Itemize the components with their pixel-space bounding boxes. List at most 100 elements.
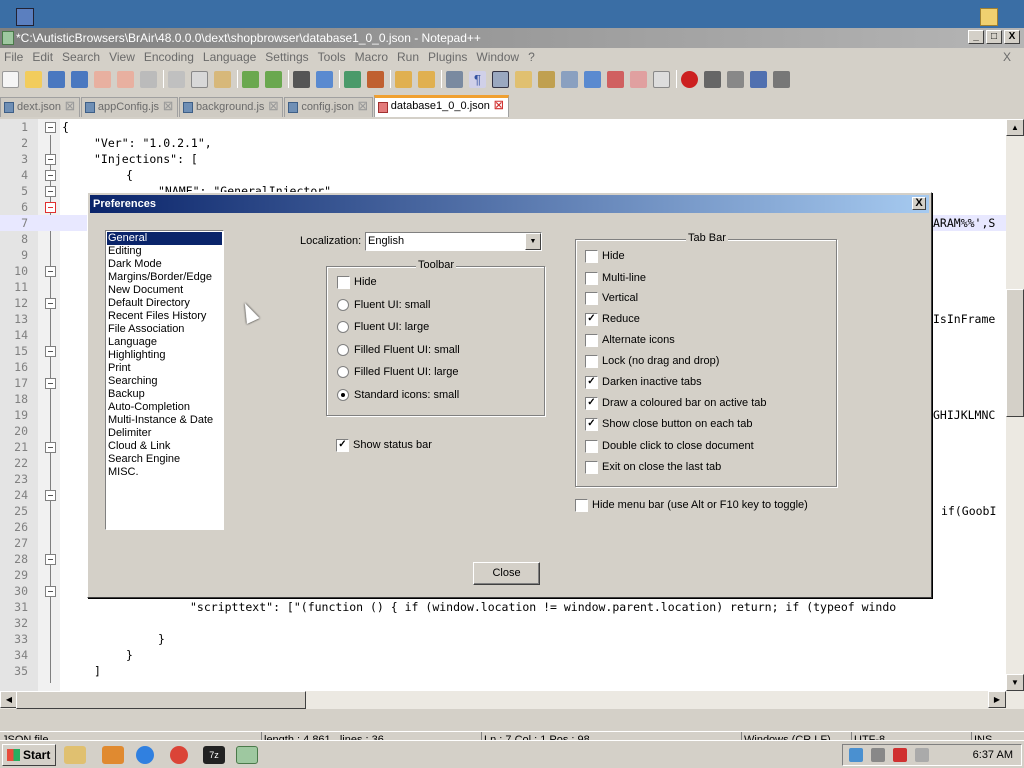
category-general[interactable]: General [107,232,222,245]
tabbar-exit-last-tab-checkbox[interactable]: Exit on close the last tab [585,461,721,475]
category-dark-mode[interactable]: Dark Mode [107,258,222,271]
category-print[interactable]: Print [107,362,222,375]
display-icon[interactable] [871,748,885,762]
folder-workspace-icon[interactable] [584,70,601,88]
menu-language[interactable]: Language [199,50,261,64]
save-all-icon[interactable] [71,70,88,88]
tab-database-json[interactable]: database1_0_0.json ☒ [373,95,509,117]
tab-appconfig-js[interactable]: appConfig.js ☒ [80,97,178,117]
fold-toggle[interactable] [45,586,56,597]
localization-select[interactable]: English ▼ [365,232,542,251]
fold-toggle[interactable] [45,554,56,565]
show-status-bar-checkbox[interactable]: ✓ Show status bar [336,439,432,453]
toolbar-hide-checkbox[interactable]: Hide [337,276,377,290]
chrome-icon[interactable] [170,746,188,764]
category-file-association[interactable]: File Association [107,323,222,336]
radio-button[interactable] [337,299,349,311]
record-macro-icon[interactable] [681,70,698,88]
function-list-icon[interactable] [561,70,578,88]
close-all-icon[interactable] [117,70,134,88]
tabbar-close-button-checkbox[interactable]: ✓ Show close button on each tab [585,418,752,432]
sync-vertical-icon[interactable] [395,70,412,88]
title-bar[interactable]: *C:\AutisticBrowsers\BrAir\48.0.0.0\dext… [0,28,1024,48]
dialog-title-bar[interactable]: Preferences X [90,195,929,213]
close-icon[interactable]: ☒ [358,101,368,113]
panel-icon[interactable] [630,70,647,88]
radio-standard-icons-small[interactable]: Standard icons: small [337,389,459,403]
maximize-button[interactable]: □ [986,30,1002,44]
radio-filled-fluent-small[interactable]: Filled Fluent UI: small [337,344,460,358]
category-delimiter[interactable]: Delimiter [107,427,222,440]
zoom-in-icon[interactable] [344,70,361,88]
menu-macro[interactable]: Macro [351,50,393,64]
close-icon[interactable]: ☒ [494,100,504,112]
category-auto-completion[interactable]: Auto-Completion [107,401,222,414]
tabbar-double-click-close-checkbox[interactable]: Double click to close document [585,440,754,454]
zoom-out-icon[interactable] [367,70,384,88]
scroll-up-arrow-icon[interactable]: ▲ [1006,119,1024,136]
menu-window[interactable]: Window [472,50,524,64]
chevron-down-icon[interactable]: ▼ [525,233,541,250]
minimize-button[interactable]: _ [968,30,984,44]
close-window-button[interactable]: X [1004,30,1020,44]
category-new-document[interactable]: New Document [107,284,222,297]
notepadpp-taskbar-icon[interactable] [236,746,258,764]
play-macro-icon[interactable] [727,70,744,88]
redo-icon[interactable] [265,70,282,88]
undo-icon[interactable] [242,70,259,88]
close-icon[interactable]: ☒ [65,101,75,113]
stop-macro-icon[interactable] [704,70,721,88]
replace-icon[interactable] [316,70,333,88]
tabbar-reduce-checkbox[interactable]: ✓ Reduce [585,313,640,327]
doc-map-icon[interactable] [538,70,555,88]
menu-settings[interactable]: Settings [261,50,313,64]
menu-search[interactable]: Search [58,50,105,64]
fold-toggle[interactable] [45,154,56,165]
category-misc[interactable]: MISC. [107,466,222,479]
menu-run[interactable]: Run [393,50,424,64]
tabbar-alternate-icons-checkbox[interactable]: Alternate icons [585,334,675,348]
paste-icon[interactable] [214,70,231,88]
radio-filled-fluent-large[interactable]: Filled Fluent UI: large [337,366,459,380]
browser-icon[interactable] [136,746,154,764]
fold-toggle[interactable] [45,122,56,133]
dialog-close-icon[interactable]: X [912,197,926,210]
language-icon[interactable] [515,70,532,88]
fold-toggle[interactable] [45,298,56,309]
indent-guide-icon[interactable] [492,70,509,88]
word-wrap-icon[interactable] [446,70,463,88]
horizontal-scrollbar[interactable]: ◀ ▶ [0,691,1006,709]
fold-toggle[interactable] [45,266,56,277]
save-macro-icon[interactable] [773,70,790,88]
category-editing[interactable]: Editing [107,245,222,258]
horizontal-scroll-thumb[interactable] [16,691,306,709]
menu-encoding[interactable]: Encoding [140,50,199,64]
radio-button[interactable] [337,366,349,378]
radio-fluent-small[interactable]: Fluent UI: small [337,299,430,313]
scroll-down-arrow-icon[interactable]: ▼ [1006,674,1024,691]
category-highlighting[interactable]: Highlighting [107,349,222,362]
menu-edit[interactable]: Edit [28,50,58,64]
radio-button[interactable] [337,344,349,356]
category-language[interactable]: Language [107,336,222,349]
menu-help[interactable]: ? [524,50,540,64]
save-icon[interactable] [48,70,65,88]
close-icon[interactable]: ☒ [268,101,278,113]
tabbar-coloured-bar-checkbox[interactable]: ✓ Draw a coloured bar on active tab [585,397,766,411]
monitoring-icon[interactable] [607,70,624,88]
fold-toggle[interactable] [45,490,56,501]
hide-menu-bar-checkbox[interactable]: Hide menu bar (use Alt or F10 key to tog… [575,499,808,513]
folder-icon[interactable] [980,8,998,26]
7zip-icon[interactable]: 7z [203,746,225,764]
security-icon[interactable] [893,748,907,762]
tab-config-json[interactable]: config.json ☒ [284,97,373,117]
close-button[interactable]: Close [473,562,540,585]
copy-icon[interactable] [191,70,208,88]
checkbox[interactable] [337,276,350,289]
category-recent-files[interactable]: Recent Files History [107,310,222,323]
fold-toggle[interactable] [45,170,56,181]
volume-icon[interactable] [915,748,929,762]
category-margins[interactable]: Margins/Border/Edge [107,271,222,284]
menu-plugins[interactable]: Plugins [424,50,472,64]
category-backup[interactable]: Backup [107,388,222,401]
